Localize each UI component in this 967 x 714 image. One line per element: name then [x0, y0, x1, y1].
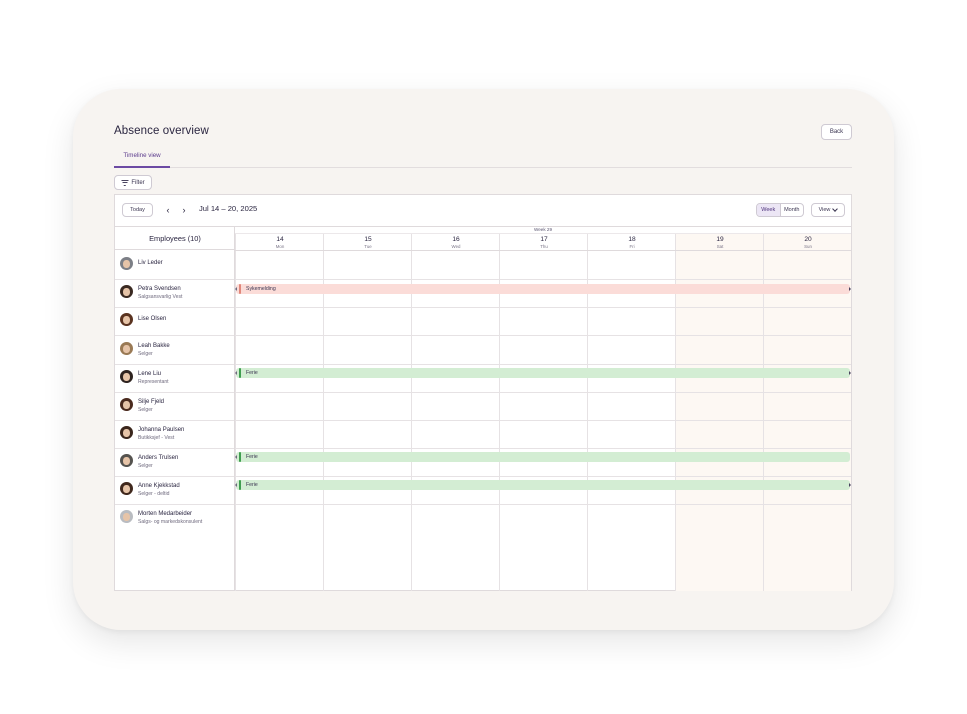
- week-button[interactable]: Week: [757, 204, 781, 216]
- employee-row[interactable]: Lene Liu Representant: [115, 364, 235, 392]
- employee-row[interactable]: Anne Kjekkstad Selger - deltid: [115, 476, 235, 504]
- avatar: [120, 285, 133, 298]
- employee-name: Johanna Paulsen: [138, 427, 185, 433]
- absence-accent: [239, 368, 241, 378]
- day-number: 16: [452, 236, 460, 243]
- absence-bar-sick-leave[interactable]: Sykemelding: [235, 284, 851, 294]
- day-name: Sat: [716, 244, 724, 249]
- avatar: [120, 370, 133, 383]
- employee-name: Petra Svendsen: [138, 286, 181, 292]
- employee-row[interactable]: Lise Olsen: [115, 307, 235, 335]
- arrow-right-icon: [849, 483, 851, 487]
- employee-name: Silje Fjeld: [138, 399, 165, 405]
- absence-bar-vacation[interactable]: Ferie: [235, 368, 851, 378]
- avatar: [120, 257, 133, 270]
- absence-label: Sykemelding: [246, 286, 276, 292]
- employee-role: Selger: [138, 351, 153, 357]
- employee-column: Employees (10) Liv Leder Petra Svendsen …: [115, 227, 235, 591]
- absence-accent: [239, 284, 241, 294]
- avatar: [120, 426, 133, 439]
- absence-card: Absence overview Back Timeline view Filt…: [73, 89, 894, 630]
- day-number: 18: [628, 236, 636, 243]
- tab-timeline-view[interactable]: Timeline view: [114, 152, 170, 168]
- chevron-down-icon: [832, 206, 839, 212]
- day-name: Mon: [275, 244, 285, 249]
- avatar: [120, 398, 133, 411]
- chevron-right-icon[interactable]: ›: [179, 203, 189, 217]
- employee-name: Anne Kjekkstad: [138, 483, 180, 489]
- employee-role: Salgsansvarlig Vest: [138, 294, 183, 300]
- day-number: 19: [716, 236, 724, 243]
- arrow-left-icon: [235, 455, 237, 459]
- employee-role: Butikksjef - Vest: [138, 435, 175, 441]
- view-dropdown[interactable]: View: [811, 203, 845, 217]
- employee-row[interactable]: Petra Svendsen Salgsansvarlig Vest: [115, 279, 235, 307]
- day-name: Thu: [540, 244, 548, 249]
- absence-bar-vacation[interactable]: Ferie: [235, 452, 850, 462]
- avatar: [120, 342, 133, 355]
- employee-name: Liv Leder: [138, 260, 163, 266]
- avatar: [120, 313, 133, 326]
- day-name: Tue: [364, 244, 372, 249]
- view-label: View: [818, 207, 831, 213]
- employee-row[interactable]: Silje Fjeld Selger: [115, 392, 235, 420]
- absence-bar-vacation[interactable]: Ferie: [235, 480, 851, 490]
- employee-name: Lise Olsen: [138, 316, 167, 322]
- date-range: Jul 14 – 20, 2025: [199, 204, 258, 213]
- employee-name: Lene Liu: [138, 371, 162, 377]
- week-label: Week 29: [235, 227, 851, 234]
- day-number: 17: [540, 236, 548, 243]
- employee-role: Salgs- og markedskonsulent: [138, 519, 203, 525]
- absence-accent: [239, 480, 241, 490]
- period-toggle: Week Month: [756, 203, 804, 217]
- day-name: Wed: [451, 244, 461, 249]
- employee-role: Selger: [138, 407, 153, 413]
- employee-role: Representant: [138, 379, 169, 385]
- employee-row[interactable]: Anders Trulsen Selger: [115, 448, 235, 476]
- back-button[interactable]: Back: [821, 124, 852, 140]
- filter-icon: [121, 179, 129, 186]
- avatar: [120, 482, 133, 495]
- absence-accent: [239, 452, 241, 462]
- absence-label: Ferie: [246, 454, 258, 460]
- arrow-left-icon: [235, 371, 237, 375]
- employee-row[interactable]: Johanna Paulsen Butikksjef - Vest: [115, 420, 235, 448]
- employee-role: Selger: [138, 463, 153, 469]
- calendar-panel: Today ‹ › Jul 14 – 20, 2025 Week Month V…: [114, 194, 852, 591]
- day-number: 14: [276, 236, 284, 243]
- page-title: Absence overview: [114, 125, 209, 137]
- day-name: Sun: [804, 244, 812, 249]
- employee-row[interactable]: Leah Bakke Selger: [115, 336, 235, 364]
- day-number: 20: [804, 236, 812, 243]
- absence-label: Ferie: [246, 482, 258, 488]
- day-number: 15: [364, 236, 372, 243]
- arrow-left-icon: [235, 287, 237, 291]
- employees-header: Employees (10): [115, 227, 235, 250]
- employee-role: Selger - deltid: [138, 491, 170, 497]
- employee-row[interactable]: Liv Leder: [115, 251, 235, 279]
- employee-name: Morten Medarbeider: [138, 511, 193, 517]
- employee-name: Anders Trulsen: [138, 455, 179, 461]
- day-columns: Week 29 14 Mon 15 Tue 16 Wed 17 Thu 18 F…: [235, 227, 851, 591]
- header-divider: [235, 250, 851, 251]
- arrow-right-icon: [849, 371, 851, 375]
- arrow-right-icon: [849, 287, 851, 291]
- day-name: Fri: [629, 244, 635, 249]
- filter-button[interactable]: Filter: [114, 175, 152, 190]
- employee-row[interactable]: Morten Medarbeider Salgs- og markedskons…: [115, 504, 235, 532]
- tab-bar: Timeline view: [114, 149, 852, 168]
- today-button[interactable]: Today: [122, 203, 153, 217]
- month-button[interactable]: Month: [781, 204, 804, 216]
- employee-name: Leah Bakke: [138, 343, 170, 349]
- avatar: [120, 454, 133, 467]
- absence-label: Ferie: [246, 370, 258, 376]
- arrow-left-icon: [235, 483, 237, 487]
- filter-label: Filter: [131, 179, 145, 186]
- calendar-toolbar: Today ‹ › Jul 14 – 20, 2025 Week Month V…: [115, 195, 851, 226]
- chevron-left-icon[interactable]: ‹: [163, 203, 173, 217]
- avatar: [120, 510, 133, 523]
- timeline-grid: Week 29 14 Mon 15 Tue 16 Wed 17 Thu 18 F…: [115, 226, 851, 591]
